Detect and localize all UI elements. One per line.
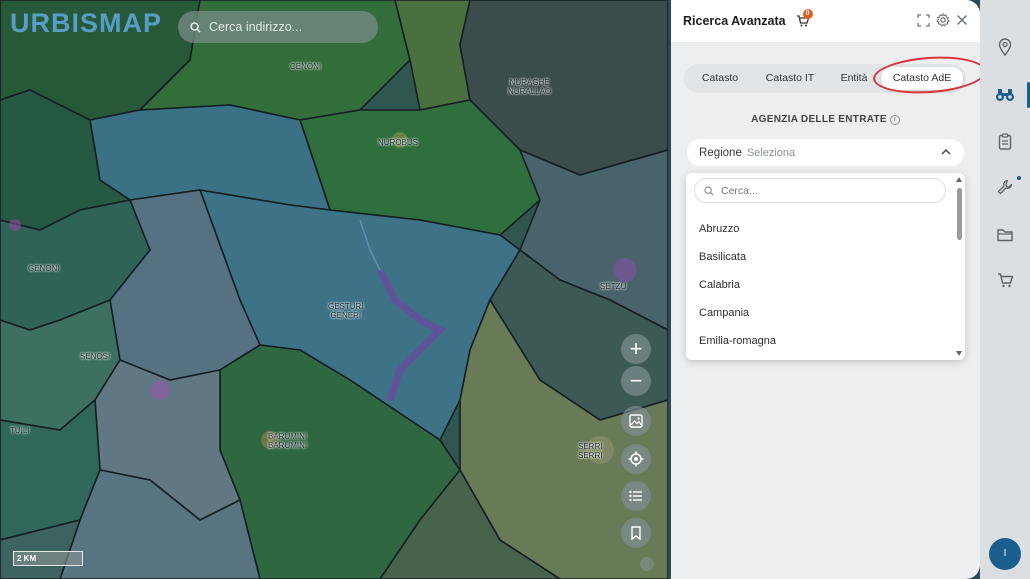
image-icon — [629, 414, 643, 428]
sidebar-item-cart[interactable] — [980, 262, 1030, 298]
folder-icon — [996, 229, 1013, 242]
region-label: Regione — [699, 146, 742, 159]
cart-indicator[interactable]: 0 — [796, 9, 813, 28]
panel-header: Ricerca Avanzata 0 — [671, 0, 980, 42]
map-scale-bar: 2 KM — [13, 551, 83, 566]
sidebar-item-reports[interactable] — [980, 123, 1030, 159]
panel-title: Ricerca Avanzata — [683, 14, 786, 28]
section-title: AGENZIA DELLE ENTRATE i — [671, 114, 980, 125]
right-sidebar: I — [980, 0, 1030, 579]
scroll-down-arrow[interactable] — [956, 351, 962, 356]
address-search-input[interactable] — [209, 20, 369, 34]
info-icon[interactable]: i — [889, 115, 900, 125]
place-label: GESTURI GENERI — [328, 302, 364, 320]
region-option-emilia-romagna[interactable]: Emilia-romagna — [686, 327, 954, 355]
notification-dot — [1017, 176, 1021, 180]
locate-button[interactable] — [621, 444, 651, 474]
user-avatar[interactable]: I — [989, 538, 1021, 570]
map-canvas[interactable]: URBISMAP CENONI NURAGHE NURALLAO NUROBUS… — [0, 0, 668, 579]
region-list: Abruzzo Basilicata Calabria Campania Emi… — [686, 215, 954, 355]
map-pin-icon — [998, 38, 1012, 56]
region-value: Seleziona — [746, 146, 796, 159]
sidebar-item-tools[interactable] — [980, 169, 1030, 205]
region-select[interactable]: Regione Seleziona — [687, 139, 964, 166]
search-icon — [190, 21, 201, 33]
zoom-out-button[interactable]: − — [621, 366, 651, 396]
place-label: BARUMINI BARUMINI — [268, 432, 308, 450]
bookmark-icon — [631, 526, 641, 540]
dropdown-search-input[interactable] — [721, 184, 931, 197]
place-label: NUROBUS — [378, 138, 419, 147]
address-search-box[interactable] — [178, 11, 378, 43]
sidebar-item-folders[interactable] — [980, 217, 1030, 253]
dropdown-scrollbar[interactable] — [956, 177, 963, 356]
tab-catasto[interactable]: Catasto — [687, 67, 753, 90]
wrench-icon — [997, 179, 1013, 195]
scroll-up-arrow[interactable] — [956, 177, 962, 182]
place-label: GENONI — [28, 264, 60, 273]
basemap-button[interactable] — [621, 406, 651, 436]
cart-badge: 0 — [802, 9, 813, 19]
place-label: TUILI — [10, 426, 30, 435]
tab-catasto-it[interactable]: Catasto IT — [753, 67, 827, 90]
attribution-icon[interactable] — [640, 557, 654, 571]
zoom-in-button[interactable]: + — [621, 334, 651, 364]
place-label: NURAGHE NURALLAO — [508, 78, 552, 96]
place-label: SERRI SERRI — [578, 442, 603, 460]
place-label: SETZU — [600, 282, 627, 291]
place-label: SENOSI — [80, 352, 111, 361]
gear-icon[interactable] — [936, 13, 950, 27]
sidebar-item-location[interactable] — [980, 29, 1030, 65]
chevron-up-icon — [941, 148, 951, 155]
clipboard-icon — [998, 132, 1012, 150]
layers-list-button[interactable] — [621, 481, 651, 511]
urbismap-logo: URBISMAP — [10, 8, 163, 38]
region-option-abruzzo[interactable]: Abruzzo — [686, 215, 954, 243]
scroll-thumb[interactable] — [957, 188, 962, 240]
bookmark-button[interactable] — [621, 518, 651, 548]
crosshair-icon — [628, 451, 644, 467]
sidebar-item-search[interactable] — [980, 77, 1030, 113]
region-option-basilicata[interactable]: Basilicata — [686, 243, 954, 271]
region-option-calabria[interactable]: Calabria — [686, 271, 954, 299]
region-option-campania[interactable]: Campania — [686, 299, 954, 327]
cart-icon — [997, 273, 1013, 288]
expand-icon[interactable] — [917, 13, 930, 27]
panel-header-actions — [917, 13, 968, 27]
binoculars-icon — [996, 89, 1014, 101]
map-layer — [0, 0, 668, 579]
list-icon — [629, 490, 642, 502]
close-icon[interactable] — [956, 14, 968, 26]
region-dropdown: Abruzzo Basilicata Calabria Campania Emi… — [686, 173, 965, 360]
section-title-text: AGENZIA DELLE ENTRATE — [751, 114, 887, 125]
dropdown-search[interactable] — [694, 178, 946, 203]
place-label: CENONI — [290, 62, 322, 71]
search-icon — [704, 185, 714, 196]
